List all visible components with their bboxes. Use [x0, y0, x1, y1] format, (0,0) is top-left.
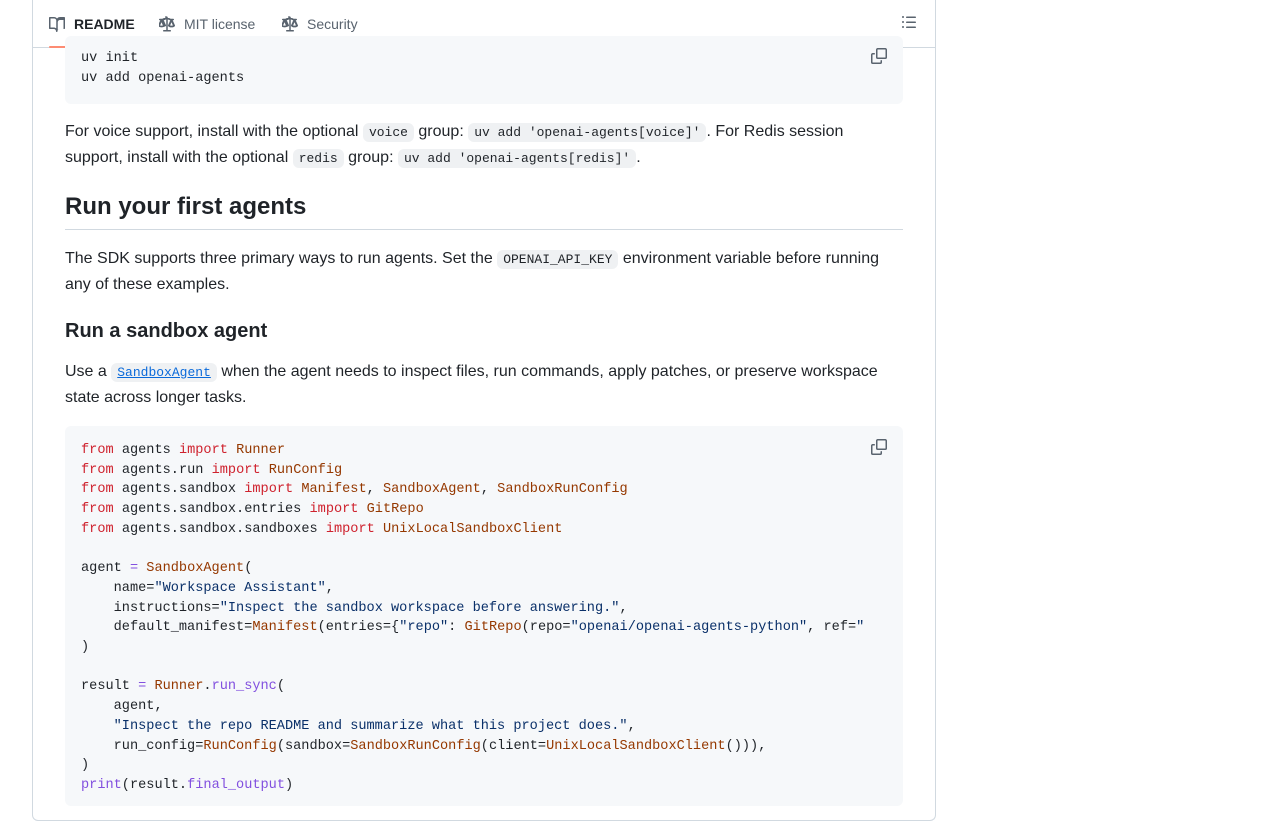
code-line: from agents.run import RunConfig — [81, 462, 343, 478]
code-line: from agents import Runner — [81, 443, 286, 458]
sandbox-agent-link[interactable]: SandboxAgent — [111, 363, 217, 382]
text: For voice support, install with the opti… — [65, 123, 363, 140]
sub-heading: Run a sandbox agent — [65, 320, 268, 342]
inline-code: OPENAI_API_KEY — [497, 250, 619, 269]
sdk-paragraph: The SDK supports three primary ways to r… — [65, 247, 903, 297]
code-line: name="Workspace Assistant", — [113, 580, 334, 596]
text: group: — [343, 148, 398, 166]
code-line: ) — [81, 640, 90, 656]
code-line: print(result.final_output) — [81, 777, 294, 793]
scale-icon — [282, 15, 298, 32]
install-code: uv init uv add openai-agents — [65, 36, 903, 101]
copy-button[interactable] — [871, 48, 889, 66]
inline-code: redis — [292, 148, 344, 168]
example-code: from agents import Runner from agents.ru… — [65, 426, 903, 806]
code-line: ) — [81, 758, 90, 774]
text: The SDK supports three primary ways to r… — [65, 250, 498, 267]
code-line: uv init — [81, 51, 139, 66]
voice-support-paragraph: For voice support, install with the opti… — [65, 120, 903, 171]
readme-panel: README MIT license Security uv init uv a… — [32, 0, 936, 821]
copy-icon — [871, 48, 887, 64]
copy-icon — [871, 439, 887, 455]
install-code-block: uv init uv add openai-agents — [65, 36, 903, 104]
tab-security-label: Security — [307, 15, 358, 32]
tab-mit-license-label: MIT license — [184, 15, 256, 32]
code-line: from agents.sandbox.entries import GitRe… — [81, 502, 424, 518]
inline-code: uv add 'openai-agents[voice]' — [468, 123, 707, 142]
book-icon — [49, 16, 65, 32]
text: group: — [413, 123, 469, 140]
scale-icon — [159, 15, 175, 32]
outline-button[interactable] — [901, 14, 919, 32]
code-line: from agents.sandbox import Manifest, San… — [81, 482, 628, 498]
code-line: result = Runner.run_sync( — [81, 679, 285, 695]
tab-readme-label: README — [74, 15, 135, 32]
code-line: default_manifest=Manifest(entries={"repo… — [113, 620, 865, 636]
copy-button[interactable] — [871, 439, 889, 457]
inline-code: voice — [362, 123, 414, 142]
code-line: agent = SandboxAgent( — [81, 561, 253, 577]
code-line: "Inspect the repo README and summarize w… — [113, 718, 636, 734]
code-line: run_config=RunConfig(sandbox=SandboxRunC… — [113, 738, 767, 754]
text: . — [636, 148, 641, 166]
example-code-block: from agents import Runner from agents.ru… — [65, 426, 903, 806]
text: Use a — [65, 363, 112, 380]
code-line: from agents.sandbox.sandboxes import Uni… — [81, 521, 563, 537]
code-line: uv add openai-agents — [81, 70, 245, 86]
inline-code: uv add 'openai-agents[redis]' — [397, 148, 637, 168]
code-line: instructions="Inspect the sandbox worksp… — [113, 600, 628, 616]
sandbox-paragraph: Use a SandboxAgent when the agent needs … — [65, 360, 903, 410]
section-heading: Run your first agents — [65, 193, 903, 230]
code-line: agent, — [113, 699, 163, 715]
list-unordered-icon — [902, 16, 916, 28]
